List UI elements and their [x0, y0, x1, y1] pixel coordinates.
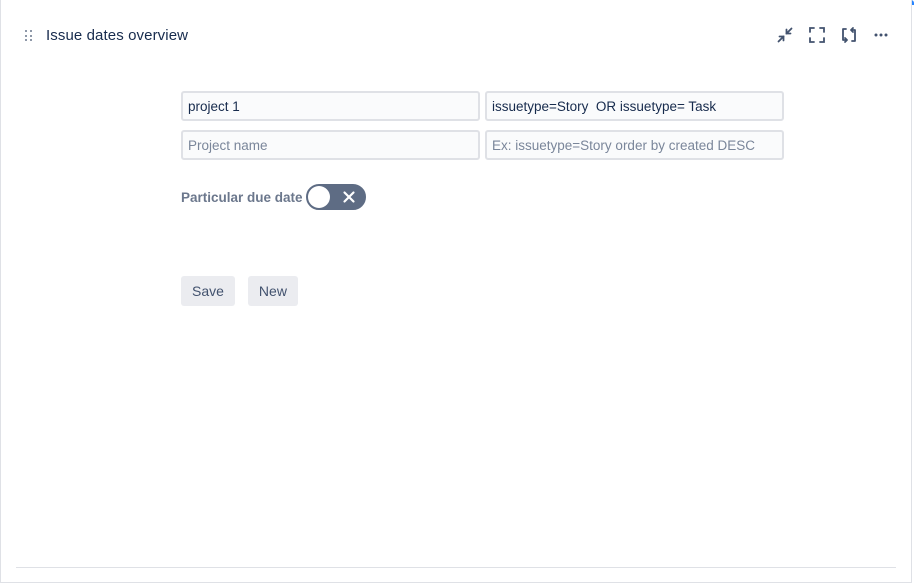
gadget-frame: Issue dates overview project 1 issuetype…	[0, 0, 912, 583]
more-icon[interactable]	[871, 25, 891, 45]
new-button[interactable]: New	[247, 276, 298, 306]
due-date-toggle[interactable]	[305, 184, 366, 210]
project-input[interactable]	[181, 91, 480, 121]
config-form	[181, 91, 784, 169]
filter-row	[181, 130, 784, 160]
fullscreen-icon[interactable]	[807, 25, 827, 45]
due-date-toggle-row: Particular due date	[181, 184, 366, 210]
refresh-icon[interactable]	[839, 25, 859, 45]
filter-row	[181, 91, 784, 121]
gadget-header: Issue dates overview	[1, 5, 913, 65]
form-actions: Save New	[181, 276, 298, 306]
toggle-knob	[307, 186, 330, 208]
gadget-title: Issue dates overview	[46, 27, 189, 44]
save-button[interactable]: Save	[181, 276, 235, 306]
jql-input[interactable]	[485, 91, 784, 121]
toggle-label: Particular due date	[181, 189, 303, 205]
jql-query-input[interactable]	[485, 130, 784, 160]
project-name-input[interactable]	[181, 130, 480, 160]
close-icon	[342, 191, 355, 203]
footer-divider	[16, 567, 896, 568]
minimize-icon[interactable]	[775, 25, 795, 45]
gadget-actions	[775, 25, 891, 45]
drag-handle-icon[interactable]	[25, 30, 33, 42]
